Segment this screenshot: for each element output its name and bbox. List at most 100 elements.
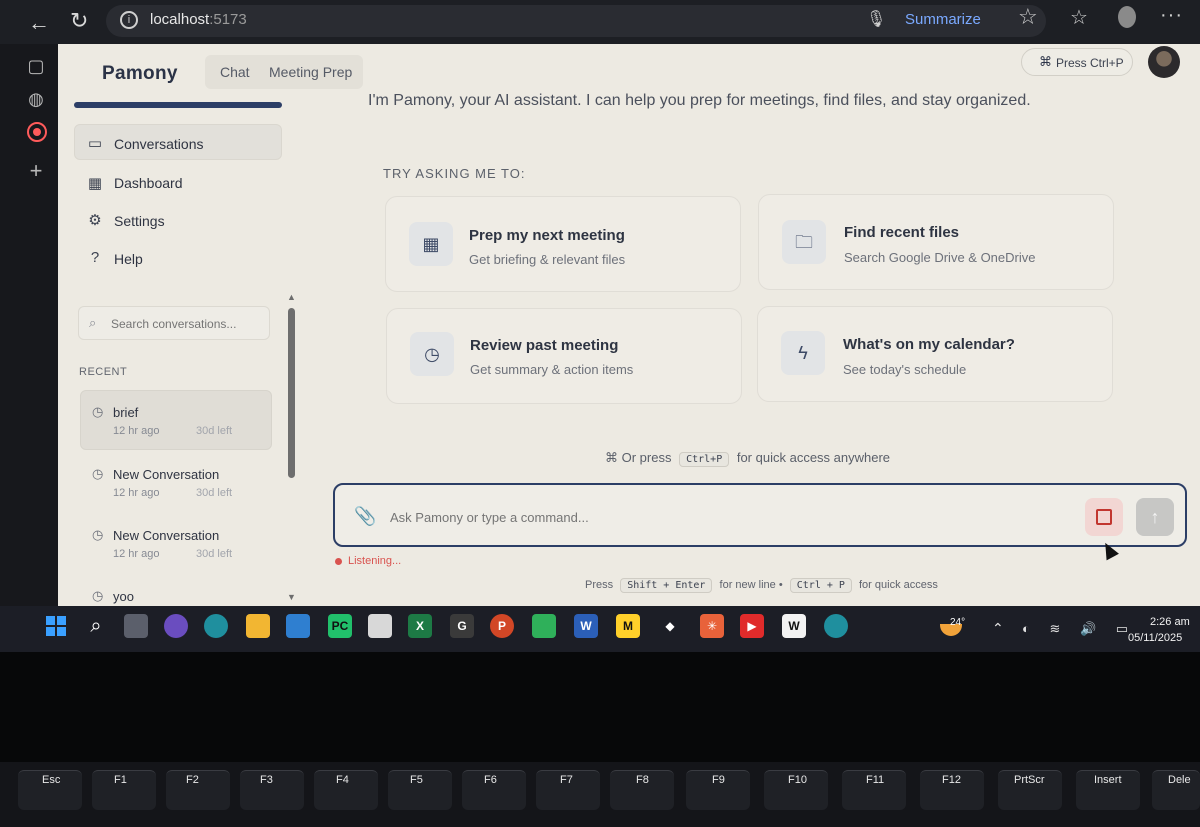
hint-text: for quick access — [859, 579, 938, 591]
store-icon[interactable] — [368, 614, 392, 638]
app-logo[interactable]: Pamony — [102, 63, 178, 85]
app-w-icon[interactable]: W — [782, 614, 806, 638]
listening-status: Listening... — [348, 555, 402, 567]
tab-actions-icon[interactable]: ▢ — [24, 56, 48, 80]
gear-icon: ⚙ — [88, 212, 102, 229]
key-label: F11 — [866, 774, 885, 786]
edge-icon[interactable] — [204, 614, 228, 638]
conversation-expiry: 30d left — [196, 487, 233, 499]
node-icon[interactable] — [532, 614, 556, 638]
windows-start-icon[interactable] — [44, 614, 68, 638]
add-icon[interactable]: + — [24, 158, 48, 183]
url-text[interactable]: localhost:5173 — [150, 11, 247, 28]
sidebar-item-settings[interactable] — [74, 202, 282, 238]
conversation-item[interactable] — [80, 390, 272, 450]
key-label: F9 — [712, 774, 725, 786]
key-label: F4 — [336, 774, 349, 786]
word-icon[interactable]: W — [574, 614, 598, 638]
task-view-icon[interactable] — [124, 614, 148, 638]
card-subtitle: See today's schedule — [843, 362, 967, 377]
tab-meeting-prep[interactable]: Meeting Prep — [269, 64, 352, 80]
edge-active-icon[interactable] — [824, 614, 848, 638]
key-label: F8 — [636, 774, 649, 786]
youtube-icon[interactable]: ▶ — [740, 614, 764, 638]
sidebar-accent-bar — [74, 102, 282, 108]
clock-time[interactable]: 2:26 am — [1150, 616, 1190, 628]
clock-icon: ◷ — [92, 527, 104, 542]
tray-chevron-icon[interactable]: ⌃ — [992, 620, 1004, 637]
send-button[interactable]: ↑ — [1136, 498, 1174, 536]
record-icon[interactable] — [27, 122, 47, 142]
help-circle-icon: ? — [90, 249, 100, 266]
site-info-icon[interactable]: i — [120, 11, 138, 29]
back-arrow-icon[interactable]: ← — [28, 10, 50, 36]
conversation-expiry: 30d left — [196, 425, 233, 437]
system-tray-icons[interactable]: ◐ ≋ 🔊 ▭ — [1022, 621, 1136, 637]
tab-chat[interactable]: Chat — [220, 64, 250, 80]
pycharm-icon[interactable]: PC — [328, 614, 352, 638]
chat-bubble-icon: ▭ — [87, 135, 103, 152]
conversation-item[interactable] — [80, 518, 272, 578]
search-icon: ⌕ — [89, 315, 97, 330]
conversation-title[interactable]: yoo — [113, 589, 134, 604]
workspace-icon[interactable]: ◍ — [24, 89, 48, 113]
folder-search-icon: 🗀 — [782, 220, 826, 264]
hint-text: for quick access anywhere — [736, 450, 891, 465]
conversation-expiry: 30d left — [196, 548, 233, 560]
recent-heading: RECENT — [79, 366, 128, 378]
excel-icon[interactable]: X — [408, 614, 432, 638]
more-menu-icon[interactable]: ··· — [1160, 4, 1183, 27]
card-title: What's on my calendar? — [843, 336, 1015, 353]
search-icon[interactable]: ⌕ — [84, 614, 108, 638]
key-label: Insert — [1094, 774, 1122, 786]
paperclip-icon[interactable]: 📎 — [354, 506, 376, 527]
card-title: Find recent files — [844, 224, 960, 241]
browser-profile-icon[interactable] — [1118, 6, 1136, 28]
sidebar-item-help[interactable] — [74, 240, 282, 276]
shortcut-key: Shift + Enter — [620, 578, 713, 593]
scroll-up-arrow-icon[interactable]: ▲ — [287, 292, 296, 302]
sidebar-item-label: Dashboard — [114, 175, 183, 191]
chat-app-icon[interactable] — [164, 614, 188, 638]
keyboard-hint: Press Shift + Enter for new line • Ctrl … — [585, 578, 938, 593]
message-input[interactable] — [390, 510, 990, 525]
summarize-button[interactable]: Summarize — [905, 11, 981, 28]
scroll-down-arrow-icon[interactable]: ▼ — [287, 592, 296, 602]
microphone-icon[interactable]: 🎙 — [866, 9, 886, 29]
app-cube-icon[interactable]: ◆ — [658, 614, 682, 638]
clock-date[interactable]: 05/11/2025 — [1128, 632, 1182, 644]
card-title: Review past meeting — [470, 337, 619, 354]
key-label: F10 — [788, 774, 807, 786]
conversation-item[interactable] — [80, 456, 272, 516]
clock-icon: ◷ — [92, 404, 104, 419]
app-g-icon[interactable]: G — [450, 614, 474, 638]
search-input[interactable] — [111, 317, 261, 331]
file-explorer-icon[interactable] — [246, 614, 270, 638]
grid-icon: ▦ — [87, 175, 103, 192]
key-label: F3 — [260, 774, 273, 786]
listening-indicator — [335, 558, 342, 565]
avatar[interactable] — [1148, 46, 1180, 78]
reload-icon[interactable]: ↻ — [70, 8, 88, 34]
hint-text: Press — [585, 579, 614, 591]
clock-icon: ◷ — [92, 466, 104, 481]
sidebar-scrollbar[interactable] — [288, 308, 295, 478]
bookmark-star-icon[interactable]: ☆ — [1018, 4, 1038, 30]
sidebar-item-label: Settings — [114, 213, 165, 229]
miro-icon[interactable]: M — [616, 614, 640, 638]
sidebar-item-label: Help — [114, 251, 143, 267]
conversation-age: 12 hr ago — [113, 487, 160, 499]
command-icon: ⌘ — [605, 450, 618, 465]
key-label: F5 — [410, 774, 423, 786]
weather-temperature: 24° — [950, 617, 966, 628]
favorites-icon[interactable]: ☆ — [1070, 5, 1088, 30]
notepad-icon[interactable] — [286, 614, 310, 638]
conversation-title: New Conversation — [113, 528, 220, 543]
quick-access-hint: ⌘ Or press Ctrl+P for quick access anywh… — [605, 450, 890, 467]
app-star-icon[interactable]: ✳ — [700, 614, 724, 638]
powerpoint-icon[interactable]: P — [490, 614, 514, 638]
key-label: F12 — [942, 774, 961, 786]
quick-access-label: Press Ctrl+P — [1056, 56, 1124, 70]
lightning-icon: ϟ — [781, 331, 825, 375]
conversation-age: 12 hr ago — [113, 548, 160, 560]
